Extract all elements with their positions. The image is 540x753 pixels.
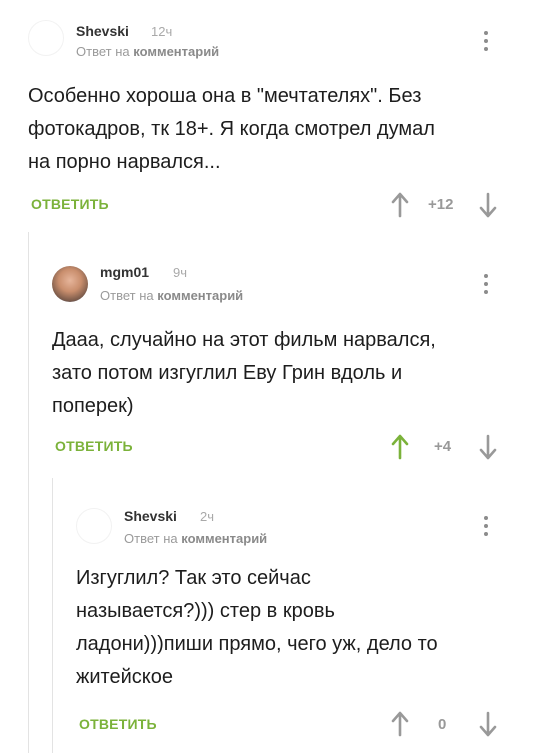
avatar[interactable] [52,266,88,302]
reply-to[interactable]: Ответ на комментарий [100,288,243,303]
author-name[interactable]: Shevski [124,508,177,524]
reply-to-target[interactable]: комментарий [181,531,267,546]
comment: Shevski 12ч Ответ на комментарий Особенн… [0,0,540,232]
downvote-arrow-icon[interactable] [478,711,498,737]
more-options-icon[interactable] [480,272,492,296]
downvote-arrow-icon[interactable] [478,434,498,460]
comment-text-line: Дааа, случайно на этот фильм нарвался, [52,329,436,351]
more-options-icon[interactable] [480,514,492,538]
reply-to-target[interactable]: комментарий [157,288,243,303]
comment-text-line: ладони)))пиши прямо, чего уж, дело то [76,633,438,655]
comment-time: 9ч [173,265,188,280]
comment-time: 2ч [200,509,215,524]
comment-text: Дааа, случайно на этот фильм нарвался, з… [52,324,436,423]
reply-button[interactable]: ОТВЕТИТЬ [31,196,109,212]
upvote-arrow-icon[interactable] [390,434,410,460]
upvote-arrow-icon[interactable] [390,711,410,737]
comment-text-line: Изгуглил? Так это сейчас [76,567,311,589]
comment: mgm01 9ч Ответ на комментарий Дааа, случ… [0,248,540,478]
more-options-icon[interactable] [480,29,492,53]
reply-to-prefix: Ответ на [76,44,130,59]
comment-text-line: житейское [76,666,174,688]
comment-text: Особенно хороша она в "мечтателях". Без … [28,80,435,179]
comment-text-line: называется?))) стер в кровь [76,600,335,622]
reply-to-prefix: Ответ на [124,531,178,546]
comment-text-line: поперек) [52,395,134,417]
downvote-arrow-icon[interactable] [478,192,498,218]
avatar[interactable] [28,20,64,56]
reply-button[interactable]: ОТВЕТИТЬ [79,716,157,732]
reply-to-target[interactable]: комментарий [133,44,219,59]
comment-text-line: Особенно хороша она в "мечтателях". Без [28,85,422,107]
comment-text-line: фотокадров, тк 18+. Я когда смотрел дума… [28,118,435,140]
reply-button[interactable]: ОТВЕТИТЬ [55,438,133,454]
comment-time: 12ч [151,24,173,39]
comment-text-line: на порно нарвался... [28,151,221,173]
avatar[interactable] [76,508,112,544]
reply-to-prefix: Ответ на [100,288,154,303]
reply-to[interactable]: Ответ на комментарий [76,44,219,59]
comment: Shevski 2ч Ответ на комментарий Изгуглил… [0,490,540,753]
vote-score: +4 [434,438,452,455]
upvote-arrow-icon[interactable] [390,192,410,218]
vote-score: +12 [428,196,454,213]
author-name[interactable]: Shevski [76,23,129,39]
comment-text-line: зато потом изгуглил Еву Грин вдоль и [52,362,403,384]
reply-to[interactable]: Ответ на комментарий [124,531,267,546]
vote-score: 0 [438,716,447,733]
comment-text: Изгуглил? Так это сейчас называется?))) … [76,562,438,694]
author-name[interactable]: mgm01 [100,264,149,280]
